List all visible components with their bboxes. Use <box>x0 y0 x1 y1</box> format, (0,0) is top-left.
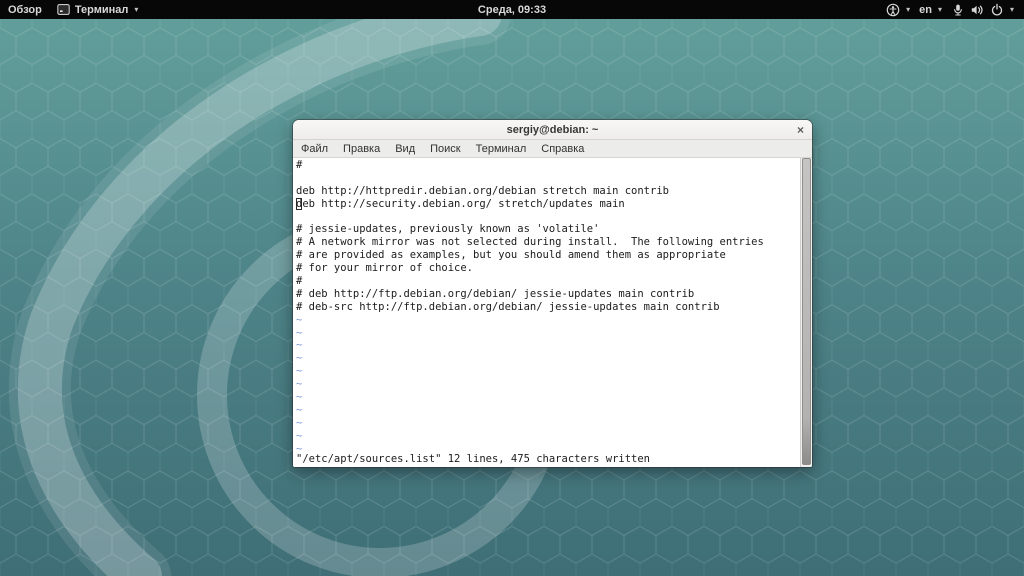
keyboard-layout-label: en <box>919 3 932 16</box>
desktop: Обзор Терминал ▾ Среда, 09:33 ▾ en ▾ ▾ s… <box>0 0 1024 576</box>
window-titlebar[interactable]: sergiy@debian: ~ × <box>293 120 812 140</box>
menu-bar: Файл Правка Вид Поиск Терминал Справка <box>293 140 812 158</box>
menu-file[interactable]: Файл <box>301 143 328 155</box>
app-menu-label: Терминал <box>74 3 129 16</box>
vim-tilde: ~ <box>296 403 303 416</box>
terminal-line: deb http://security.debian.org/ stretch/… <box>296 197 625 210</box>
vim-tilde: ~ <box>296 391 303 404</box>
menu-view[interactable]: Вид <box>395 143 415 155</box>
system-menu[interactable]: ▾ <box>951 3 1014 17</box>
microphone-icon <box>954 4 962 16</box>
menu-terminal[interactable]: Терминал <box>476 143 527 155</box>
scrollbar[interactable] <box>800 158 812 467</box>
vim-tilde: ~ <box>296 339 303 352</box>
terminal-text: # deb http://httpredir.debian.org/debian… <box>296 159 798 455</box>
terminal-window: sergiy@debian: ~ × Файл Правка Вид Поиск… <box>293 120 812 467</box>
accessibility-menu[interactable]: ▾ <box>886 3 910 17</box>
clock[interactable]: Среда, 09:33 <box>478 4 546 16</box>
terminal-line: # are provided as examples, but you shou… <box>296 249 726 262</box>
window-title: sergiy@debian: ~ <box>506 123 599 136</box>
terminal-line: # <box>296 159 303 171</box>
vim-tilde: ~ <box>296 378 303 391</box>
activities-button[interactable]: Обзор <box>8 4 42 16</box>
terminal-line: # <box>296 275 303 288</box>
chevron-down-icon: ▾ <box>134 4 139 14</box>
top-bar: Обзор Терминал ▾ Среда, 09:33 ▾ en ▾ ▾ <box>0 0 1024 19</box>
terminal-line: # deb-src http://ftp.debian.org/debian/ … <box>296 300 720 313</box>
menu-edit[interactable]: Правка <box>343 143 380 155</box>
chevron-down-icon: ▾ <box>1009 4 1014 14</box>
close-icon[interactable]: × <box>797 124 804 136</box>
menu-search[interactable]: Поиск <box>430 143 460 155</box>
vim-tilde: ~ <box>296 416 303 429</box>
terminal-screen[interactable]: # deb http://httpredir.debian.org/debian… <box>293 158 812 467</box>
accessibility-icon <box>886 3 900 16</box>
vim-tilde: ~ <box>296 326 303 339</box>
vim-cursor: d <box>296 197 303 210</box>
vim-tilde: ~ <box>296 429 303 442</box>
terminal-line: # A network mirror was not selected duri… <box>296 236 764 249</box>
terminal-line: # deb http://ftp.debian.org/debian/ jess… <box>296 287 695 300</box>
keyboard-layout-menu[interactable]: en ▾ <box>919 4 942 16</box>
terminal-icon <box>57 4 70 15</box>
app-menu-button[interactable]: Терминал ▾ <box>57 3 139 16</box>
power-icon <box>991 3 1003 16</box>
chevron-down-icon: ▾ <box>906 4 911 14</box>
vim-tilde: ~ <box>296 352 303 365</box>
menu-help[interactable]: Справка <box>541 143 584 155</box>
vim-statusline: "/etc/apt/sources.list" 12 lines, 475 ch… <box>296 453 651 466</box>
vim-tilde: ~ <box>296 365 303 378</box>
chevron-down-icon: ▾ <box>937 4 942 14</box>
terminal-line: deb http://httpredir.debian.org/debian s… <box>296 184 669 197</box>
volume-icon <box>971 5 983 14</box>
terminal-line: # jessie-updates, previously known as 'v… <box>296 223 600 236</box>
vim-tilde: ~ <box>296 313 303 326</box>
terminal-line: # for your mirror of choice. <box>296 262 474 275</box>
scrollbar-thumb[interactable] <box>802 158 811 465</box>
